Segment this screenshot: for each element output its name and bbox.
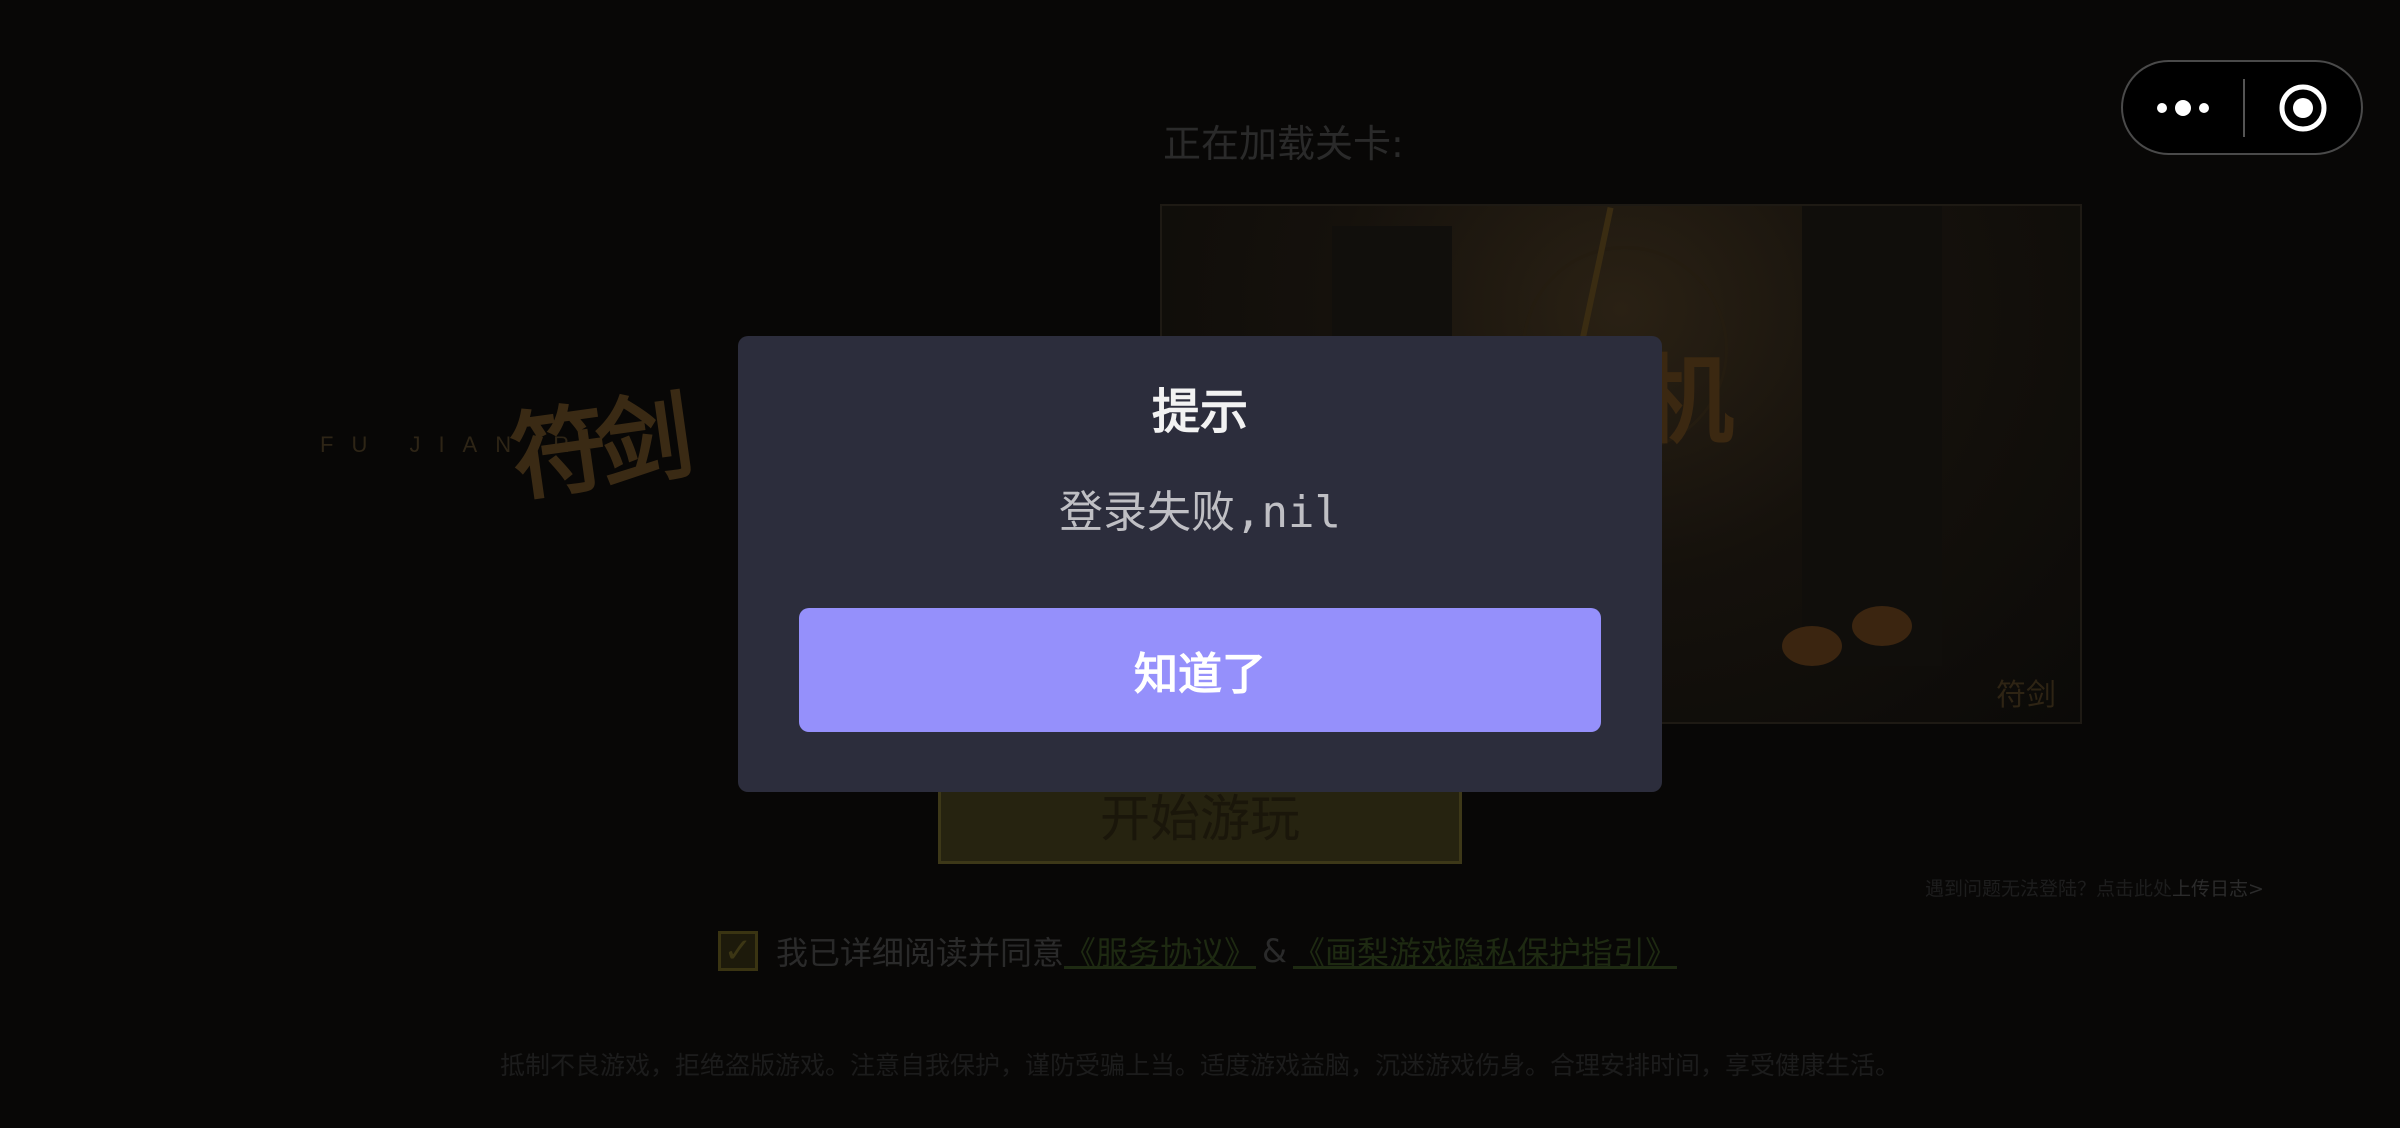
preview-tower-right <box>1802 206 1942 666</box>
capsule-menu <box>2121 60 2363 155</box>
preview-fire <box>1782 626 1842 666</box>
game-screen: FU JIAN R 符剑 正在加载关卡: 挂机 备 符剑 开始游玩 遇到问题无法… <box>0 0 2400 1128</box>
dialog-ok-button[interactable]: 知道了 <box>799 608 1601 732</box>
agreement-checkbox[interactable]: ✓ <box>718 931 758 971</box>
game-logo: FU JIAN R 符剑 <box>320 370 740 530</box>
upload-log-action: 上传日志> <box>2172 878 2264 900</box>
checkmark-icon: ✓ <box>723 931 753 971</box>
agreement-connector: & <box>1262 932 1287 970</box>
dot <box>2175 99 2191 116</box>
alert-dialog: 提示 登录失败,nil 知道了 <box>738 336 1662 792</box>
dot <box>2199 102 2209 113</box>
agreement-row: ✓ 我已详细阅读并同意 《服务协议》 & 《画梨游戏隐私保护指引》 <box>718 928 1677 974</box>
loading-level-label: 正在加载关卡: <box>1163 122 1404 166</box>
dot <box>2157 102 2167 113</box>
more-dots-icon[interactable] <box>2123 60 2243 155</box>
logo-calligraphy: 符剑 <box>504 379 691 516</box>
dialog-message: 登录失败,nil <box>1059 487 1341 538</box>
upload-log-link[interactable]: 遇到问题无法登陆？点击此处上传日志> <box>1925 874 2264 901</box>
upload-log-prefix: 遇到问题无法登陆？点击此处 <box>1925 878 2173 900</box>
health-gaming-notice: 抵制不良游戏，拒绝盗版游戏。注意自我保护，谨防受骗上当。适度游戏益脑，沉迷游戏伤… <box>499 1051 1900 1080</box>
preview-fire <box>1852 606 1912 646</box>
dialog-title: 提示 <box>1151 384 1248 440</box>
service-agreement-link[interactable]: 《服务协议》 <box>1064 928 1256 974</box>
close-target-glyph <box>2279 84 2327 131</box>
privacy-policy-link[interactable]: 《画梨游戏隐私保护指引》 <box>1293 928 1677 974</box>
agreement-text: 我已详细阅读并同意 <box>776 934 1065 972</box>
preview-signature: 符剑 <box>1996 678 2056 713</box>
target-close-icon[interactable] <box>2245 60 2361 155</box>
